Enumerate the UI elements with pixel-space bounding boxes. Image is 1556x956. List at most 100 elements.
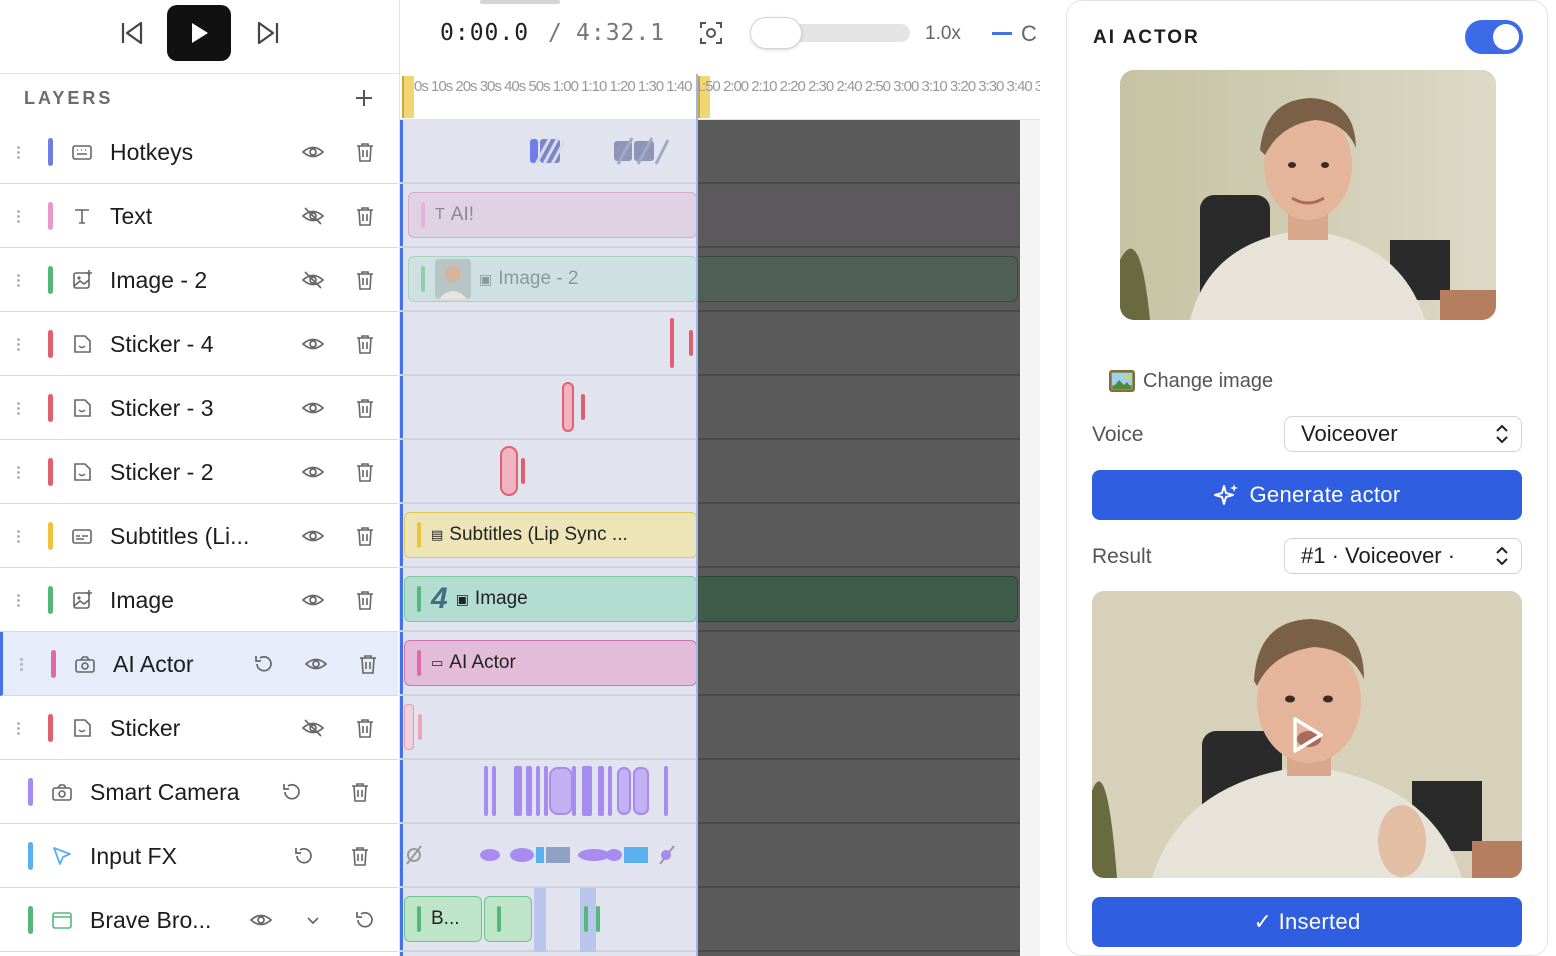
in-marker[interactable]: [402, 76, 414, 118]
delete-button[interactable]: [351, 522, 379, 550]
layer-row-subtitles-li[interactable]: Subtitles (Li...: [0, 504, 398, 568]
drag-handle-icon[interactable]: [17, 464, 23, 480]
layer-row-text[interactable]: Text: [0, 184, 398, 248]
reset-button[interactable]: [250, 650, 278, 678]
change-image-button[interactable]: Change image: [1109, 367, 1273, 395]
clip-browser-label: B...: [431, 908, 460, 929]
visibility-toggle[interactable]: [299, 714, 327, 742]
zoom-slider-handle[interactable]: [750, 17, 802, 49]
play-overlay-icon[interactable]: [1285, 713, 1329, 757]
layer-row-input-fx[interactable]: Input FX: [0, 824, 398, 888]
clip-browser-1[interactable]: B...: [404, 896, 482, 942]
drag-handle-icon[interactable]: [17, 528, 23, 544]
subtitles-icon: [70, 524, 94, 548]
drag-handle-icon[interactable]: [17, 272, 23, 288]
browser-marker-2[interactable]: [584, 906, 588, 932]
add-layer-button[interactable]: [350, 84, 378, 112]
ai-actor-panel: AI ACTOR Change image Voice Voiceover Ge…: [1066, 0, 1548, 956]
layer-row-brave-bro[interactable]: Brave Bro...: [0, 888, 398, 952]
clip-subtitles[interactable]: ▤ Subtitles (Lip Sync ...: [404, 512, 697, 558]
inserted-button[interactable]: ✓ Inserted: [1092, 897, 1522, 947]
delete-button[interactable]: [351, 266, 379, 294]
layer-row-sticker-3[interactable]: Sticker - 3: [0, 376, 398, 440]
layer-row-image[interactable]: Image: [0, 568, 398, 632]
visibility-toggle[interactable]: [299, 458, 327, 486]
drag-handle-icon[interactable]: [17, 400, 23, 416]
timeline: 0:00.0 / 4:32.1 1.0x C 0s 10s 20s 30s 40…: [400, 0, 1040, 956]
layer-row-hotkeys[interactable]: Hotkeys: [0, 120, 398, 184]
layer-row-sticker-4[interactable]: Sticker - 4: [0, 312, 398, 376]
smart-camera-markers[interactable]: [482, 766, 672, 816]
horizontal-scrollbar[interactable]: [480, 0, 560, 4]
result-video-preview[interactable]: [1092, 591, 1522, 878]
play-button[interactable]: [167, 5, 231, 61]
visibility-toggle[interactable]: [299, 266, 327, 294]
clip-text[interactable]: T AI!: [408, 192, 697, 238]
visibility-toggle[interactable]: [299, 586, 327, 614]
delete-button[interactable]: [351, 330, 379, 358]
drag-handle-icon[interactable]: [20, 656, 26, 672]
track-area[interactable]: T AI! ▣ Image - 2 ▤ Subtitles (Lip Sync …: [400, 120, 1020, 956]
clip-image[interactable]: 4 ▣ Image: [404, 576, 697, 622]
time-ruler[interactable]: 0s 10s 20s 30s 40s 50s 1:00 1:10 1:20 1:…: [400, 74, 1040, 120]
delete-button[interactable]: [351, 394, 379, 422]
clip-browser-2[interactable]: [484, 896, 532, 942]
sticker-3-marker[interactable]: [562, 382, 574, 432]
layer-color-bar: [28, 778, 33, 806]
drag-handle-icon[interactable]: [17, 144, 23, 160]
visibility-toggle[interactable]: [302, 650, 330, 678]
layer-row-smart-camera[interactable]: Smart Camera: [0, 760, 398, 824]
focus-button[interactable]: [696, 18, 726, 48]
delete-button[interactable]: [351, 202, 379, 230]
delete-button[interactable]: [351, 138, 379, 166]
sticker-2-marker-end[interactable]: [521, 458, 525, 484]
sticker-4-marker-end[interactable]: [689, 330, 693, 356]
expand-button[interactable]: [299, 906, 327, 934]
delete-button[interactable]: [346, 778, 374, 806]
visibility-toggle[interactable]: [299, 522, 327, 550]
reset-button[interactable]: [351, 906, 379, 934]
reset-button[interactable]: [290, 842, 318, 870]
sticker-marker[interactable]: [418, 714, 422, 740]
visibility-toggle[interactable]: [299, 330, 327, 358]
clip-ai-actor[interactable]: ▭ AI Actor: [404, 640, 697, 686]
delete-button[interactable]: [354, 650, 382, 678]
sticker-3-marker-end[interactable]: [581, 394, 585, 420]
delete-button[interactable]: [351, 714, 379, 742]
drag-handle-icon[interactable]: [17, 208, 23, 224]
image-plus-icon: [70, 588, 94, 612]
delete-button[interactable]: [351, 586, 379, 614]
layer-color-bar: [51, 650, 56, 678]
hotkey-markers[interactable]: [528, 136, 678, 166]
reset-button[interactable]: [278, 778, 306, 806]
delete-button[interactable]: [346, 842, 374, 870]
clip-image-2[interactable]: ▣ Image - 2: [408, 256, 697, 302]
sticker-4-marker[interactable]: [670, 318, 674, 368]
layer-row-sticker-2[interactable]: Sticker - 2: [0, 440, 398, 504]
layer-row-ai-actor[interactable]: AI Actor: [0, 632, 398, 696]
drag-handle-icon[interactable]: [17, 720, 23, 736]
generate-actor-button[interactable]: Generate actor: [1092, 470, 1522, 520]
skip-back-button[interactable]: [100, 5, 164, 61]
visibility-toggle[interactable]: [247, 906, 275, 934]
skip-forward-button[interactable]: [236, 5, 300, 61]
actor-enabled-toggle[interactable]: [1465, 20, 1523, 54]
playback-speed[interactable]: 1.0x: [925, 23, 961, 45]
result-select[interactable]: #1 · Voiceover ·: [1284, 538, 1522, 574]
drag-handle-icon[interactable]: [17, 336, 23, 352]
clip-sticker[interactable]: [404, 704, 414, 750]
browser-marker[interactable]: [596, 906, 600, 932]
sticker-2-marker[interactable]: [500, 446, 518, 496]
drag-handle-icon[interactable]: [17, 592, 23, 608]
voice-select[interactable]: Voiceover: [1284, 416, 1522, 452]
playhead[interactable]: [696, 74, 698, 956]
layer-row-image-2[interactable]: Image - 2: [0, 248, 398, 312]
visibility-toggle[interactable]: [299, 138, 327, 166]
visibility-toggle[interactable]: [299, 394, 327, 422]
input-fx-markers[interactable]: [404, 842, 684, 868]
visibility-toggle[interactable]: [299, 202, 327, 230]
vertical-scrollbar[interactable]: [1020, 120, 1040, 956]
layer-color-bar: [48, 522, 53, 550]
layer-row-sticker[interactable]: Sticker: [0, 696, 398, 760]
delete-button[interactable]: [351, 458, 379, 486]
